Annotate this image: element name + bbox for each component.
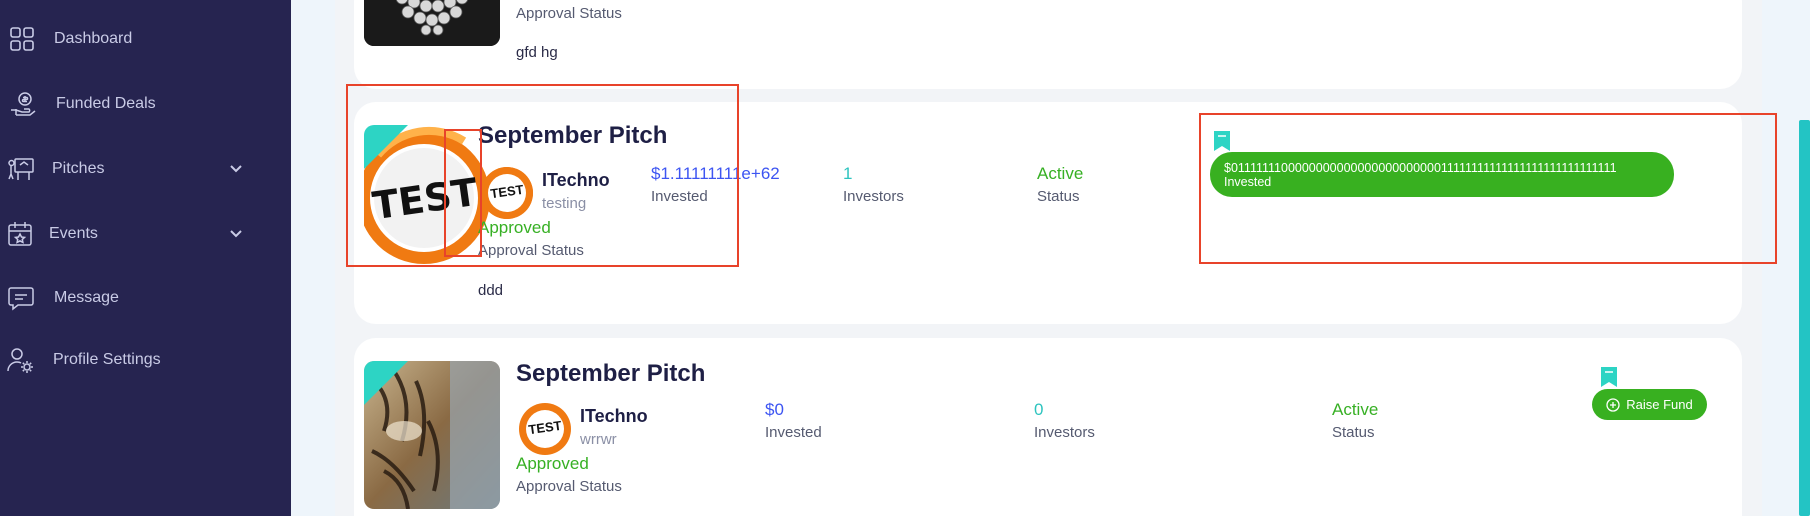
approval-status-label: Approval Status [516,478,622,495]
calendar-star-icon [6,220,34,248]
sidebar-item-label: Events [49,225,98,242]
status-label: Status [1332,424,1375,441]
sidebar-item-label: Dashboard [54,30,133,47]
sidebar-item-label: Pitches [52,160,105,177]
investors-value: 0 [1034,400,1044,419]
pitch-thumbnail [364,361,500,509]
raise-fund-button[interactable]: Raise Fund [1592,389,1707,420]
raise-fund-label: Raise Fund [1626,397,1693,412]
invested-label: Invested [765,424,822,441]
pitch-card[interactable]: September Pitch TEST ITechno wrrwr Appro… [354,338,1742,516]
sidebar-item-label: Profile Settings [53,351,161,368]
sidebar-item-pitches[interactable]: Pitches [0,149,291,189]
company-subtitle: wrrwr [580,431,617,448]
chevron-down-icon[interactable] [226,159,246,179]
pitch-title: September Pitch [516,360,706,387]
chat-bubble-icon [7,284,35,312]
chevron-down-icon[interactable] [226,224,246,244]
company-name: ITechno [580,406,648,426]
pitch-description: ddd [478,282,504,299]
sidebar-item-label: Funded Deals [56,95,156,112]
sidebar-item-dashboard[interactable]: Dashboard [0,19,291,59]
annotation-box [1199,113,1777,264]
scrollbar-thumb[interactable] [1799,120,1810,516]
sidebar: Dashboard Funded Deals Pitches Events Me… [0,0,291,516]
company-avatar: TEST [519,403,571,455]
pitch-card[interactable]: Approval Status gfd hg [354,0,1742,89]
status-value: Active [1037,164,1084,183]
approval-status-label: Approval Status [516,5,622,22]
status-value: Active [1332,400,1379,419]
status-label: Status [1037,188,1080,205]
user-gear-icon [6,346,34,374]
investors-value: 1 [843,164,853,183]
annotation-box [444,129,482,257]
investors-label: Investors [1034,424,1095,441]
pitch-description: gfd hg [516,44,558,61]
bookmark-icon[interactable] [1600,366,1618,388]
plus-circle-icon [1606,397,1620,412]
corner-ribbon [364,361,408,405]
sidebar-item-profile-settings[interactable]: Profile Settings [0,340,291,380]
grid-icon [8,25,36,53]
presentation-icon [7,155,35,183]
sidebar-item-funded-deals[interactable]: Funded Deals [0,84,291,124]
money-hand-icon [9,90,37,118]
approval-status-value: Approved [516,454,589,473]
invested-value: $0 [765,400,784,419]
sidebar-item-events[interactable]: Events [0,214,291,254]
annotation-box [346,84,739,267]
sidebar-item-message[interactable]: Message [0,278,291,318]
investors-label: Investors [843,188,904,205]
pitch-thumbnail [364,0,500,46]
sidebar-item-label: Message [54,289,119,306]
